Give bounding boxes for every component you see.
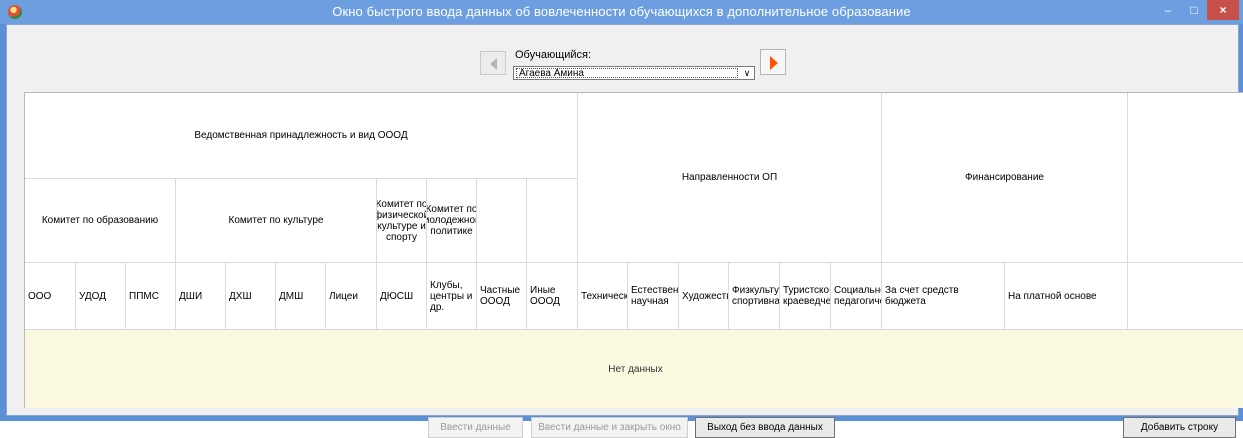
column-header[interactable]: Техническая — [578, 263, 628, 330]
column-header[interactable]: ДМШ — [276, 263, 326, 330]
column-header[interactable]: Физкультурно-спортивная — [729, 263, 780, 330]
header-committee-sport: Комитет по физической культуре и спорту — [377, 179, 427, 263]
next-student-button[interactable] — [760, 49, 786, 75]
column-header[interactable]: На платной основе — [1005, 263, 1128, 330]
chevron-down-icon: ∨ — [743, 68, 751, 78]
empty-message: Нет данных — [608, 363, 663, 375]
header-empty-2 — [527, 179, 578, 263]
close-button[interactable]: × — [1207, 0, 1239, 20]
arrow-left-icon — [490, 58, 497, 70]
header-committee-education: Комитет по образованию — [25, 179, 176, 263]
column-header[interactable]: Социально-педагогическая — [831, 263, 882, 330]
title-bar[interactable]: Окно быстрого ввода данных об вовлеченно… — [0, 0, 1243, 24]
student-select[interactable]: Агаева Амина ∨ — [513, 66, 755, 80]
header-spacer — [1128, 93, 1243, 263]
exit-without-saving-button[interactable]: Выход без ввода данных — [695, 417, 835, 438]
add-row-button[interactable]: Добавить строку — [1123, 417, 1236, 438]
arrow-right-icon — [770, 56, 778, 70]
column-header[interactable]: УДОД — [76, 263, 126, 330]
header-committee-culture: Комитет по культуре — [176, 179, 377, 263]
header-focus-group: Направленности ОП — [578, 93, 882, 263]
column-header-spacer — [1128, 263, 1243, 330]
column-header[interactable]: ДХШ — [226, 263, 276, 330]
prev-student-button[interactable] — [480, 51, 506, 75]
header-fin-group: Финансирование — [882, 93, 1128, 263]
header-committee-youth: Комитет по молодежной политике — [427, 179, 477, 263]
column-header[interactable]: Иные ОООД — [527, 263, 578, 330]
column-header[interactable]: ДШИ — [176, 263, 226, 330]
maximize-button[interactable]: □ — [1181, 0, 1207, 20]
column-header[interactable]: ДЮСШ — [377, 263, 427, 330]
column-header[interactable]: ППМС — [126, 263, 176, 330]
minimize-button[interactable]: – — [1155, 0, 1181, 20]
empty-grid-area: Нет данных — [25, 330, 1243, 408]
column-header[interactable]: За счет средств бюджета — [882, 263, 1005, 330]
column-header[interactable]: ООО — [25, 263, 76, 330]
header-empty-1 — [477, 179, 527, 263]
column-header[interactable]: Лицеи — [326, 263, 377, 330]
student-label: Обучающийся: — [515, 49, 592, 61]
client-area: Обучающийся: Агаева Амина ∨ Ведомственна… — [6, 24, 1243, 438]
header-dept-group: Ведомственная принадлежность и вид ОООД — [25, 93, 578, 179]
app-window: Окно быстрого ввода данных об вовлеченно… — [0, 0, 1243, 438]
column-header[interactable]: Клубы, центры и др. — [427, 263, 477, 330]
window-title: Окно быстрого ввода данных об вовлеченно… — [332, 4, 911, 19]
column-header[interactable]: Частные ОООД — [477, 263, 527, 330]
column-header[interactable]: Туристско-краеведческая — [780, 263, 831, 330]
data-grid[interactable]: Ведомственная принадлежность и вид ОООД … — [24, 92, 1243, 408]
enter-and-close-button[interactable]: Ввести данные и закрыть окно — [531, 417, 688, 438]
column-header[interactable]: Художественная — [679, 263, 729, 330]
column-header[interactable]: Естественно-научная — [628, 263, 679, 330]
enter-data-button[interactable]: Ввести данные — [428, 417, 523, 438]
student-select-value: Агаева Амина — [516, 68, 738, 79]
